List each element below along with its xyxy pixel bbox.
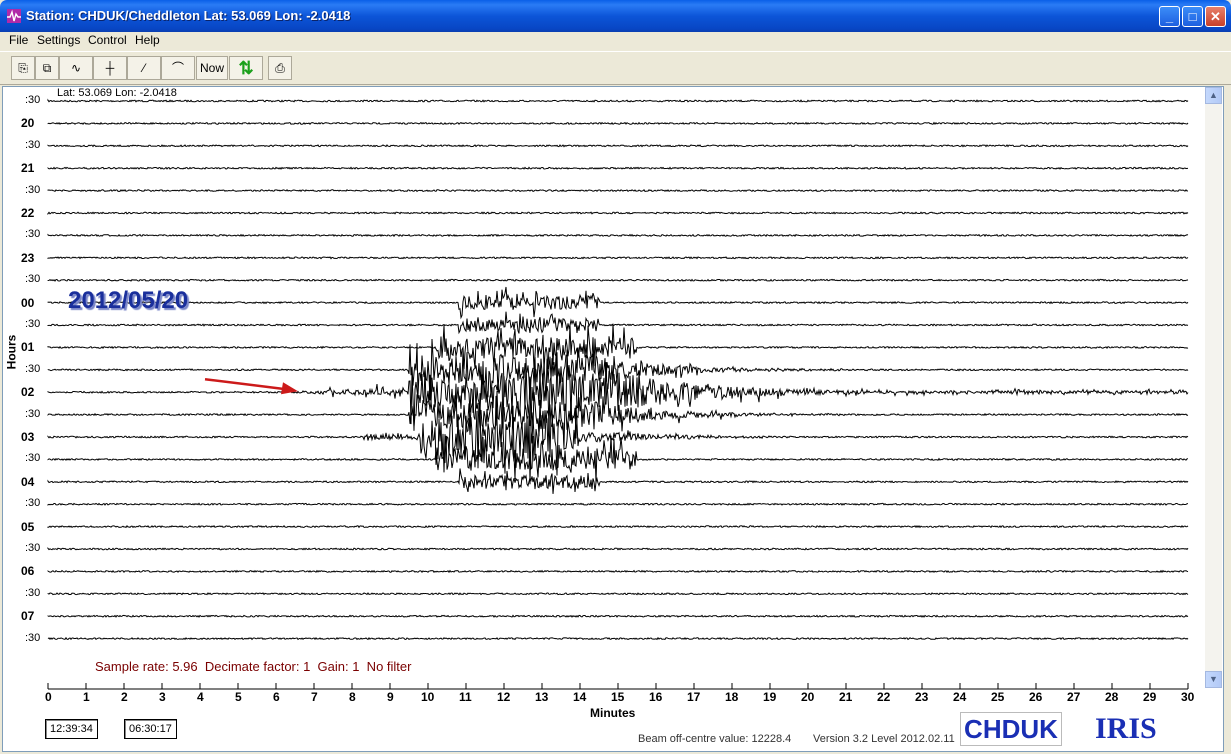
x-tick-label: 20: [801, 690, 814, 704]
x-tick-label: 28: [1105, 690, 1118, 704]
trace-line: [48, 469, 1188, 494]
x-tick-label: 6: [273, 690, 280, 704]
trace-line: [48, 312, 1188, 334]
trace-line: [48, 324, 1188, 371]
x-tick-label: 25: [991, 690, 1004, 704]
scroll-down-button[interactable]: ▼: [1205, 671, 1222, 688]
x-tick-label: 4: [197, 690, 204, 704]
trace-line: [48, 100, 1188, 102]
row-label: :30: [25, 184, 40, 196]
row-label: :30: [25, 497, 40, 509]
row-label: 06: [21, 564, 34, 578]
trace-line: [48, 190, 1188, 192]
row-label: 07: [21, 609, 34, 623]
x-axis-label: Minutes: [590, 706, 635, 720]
x-tick-label: 9: [387, 690, 394, 704]
version-text: Version 3.2 Level 2012.02.11: [813, 733, 955, 745]
x-tick-label: 5: [235, 690, 242, 704]
trace-line: [48, 279, 1188, 281]
row-label: :30: [25, 452, 40, 464]
date-label: 2012/05/20: [68, 287, 188, 315]
x-tick-label: 18: [725, 690, 738, 704]
row-label: :30: [25, 587, 40, 599]
time-field-1: 12:39:34: [45, 719, 98, 739]
x-tick-label: 11: [459, 690, 472, 704]
chduk-logo: CHDUK: [960, 712, 1062, 746]
trace-line: [48, 235, 1188, 237]
row-label: :30: [25, 139, 40, 151]
arrow-line: [205, 379, 286, 389]
x-tick-label: 14: [573, 690, 586, 704]
beam-offset-text: Beam off-centre value: 12228.4: [638, 733, 791, 745]
latlon-label: Lat: 53.069 Lon: -2.0418: [57, 87, 177, 99]
x-tick-label: 30: [1181, 690, 1194, 704]
iris-logo: IRIS: [1095, 712, 1155, 746]
x-tick-label: 8: [349, 690, 356, 704]
row-label: :30: [25, 94, 40, 106]
row-label: :30: [25, 228, 40, 240]
trace-line: [48, 145, 1188, 147]
x-tick-label: 22: [877, 690, 890, 704]
x-tick-label: 2: [121, 690, 128, 704]
row-label: 21: [21, 161, 34, 175]
row-label: 22: [21, 206, 34, 220]
row-label: :30: [25, 542, 40, 554]
x-tick-label: 7: [311, 690, 318, 704]
trace-line: [48, 123, 1188, 125]
trace-line: [48, 435, 1188, 483]
x-tick-label: 17: [687, 690, 700, 704]
row-label: 01: [21, 340, 34, 354]
row-label: :30: [25, 363, 40, 375]
x-tick-label: 0: [45, 690, 52, 704]
vertical-scrollbar[interactable]: ▲ ▼: [1205, 87, 1222, 688]
row-label: :30: [25, 632, 40, 644]
x-tick-label: 19: [763, 690, 776, 704]
x-tick-label: 29: [1143, 690, 1156, 704]
trace-line: [48, 257, 1188, 259]
x-tick-label: 24: [953, 690, 966, 704]
trace-line: [48, 615, 1188, 617]
row-label: 00: [21, 296, 34, 310]
trace-line: [48, 571, 1188, 573]
seismogram-plot: [0, 0, 1231, 754]
x-tick-label: 3: [159, 690, 166, 704]
row-label: 04: [21, 475, 34, 489]
x-tick-label: 27: [1067, 690, 1080, 704]
row-label: :30: [25, 273, 40, 285]
x-tick-label: 1: [83, 690, 90, 704]
trace-line: [48, 593, 1188, 595]
scroll-up-button[interactable]: ▲: [1205, 87, 1222, 104]
row-label: :30: [25, 408, 40, 420]
row-label: 23: [21, 251, 34, 265]
trace-line: [48, 526, 1188, 528]
x-tick-label: 26: [1029, 690, 1042, 704]
x-tick-label: 15: [611, 690, 624, 704]
row-label: 03: [21, 430, 34, 444]
x-tick-label: 21: [839, 690, 852, 704]
x-tick-label: 13: [535, 690, 548, 704]
x-tick-label: 12: [497, 690, 510, 704]
row-label: :30: [25, 318, 40, 330]
time-field-2: 06:30:17: [124, 719, 177, 739]
x-tick-label: 23: [915, 690, 928, 704]
y-axis-label: Hours: [4, 335, 18, 370]
x-tick-label: 10: [421, 690, 434, 704]
trace-line: [48, 287, 1188, 318]
trace-line: [48, 638, 1188, 640]
trace-line: [48, 350, 1188, 435]
x-tick-label: 16: [649, 690, 662, 704]
row-label: 20: [21, 116, 34, 130]
trace-line: [48, 167, 1188, 169]
row-label: 05: [21, 520, 34, 534]
trace-line: [48, 212, 1188, 214]
trace-line: [48, 548, 1188, 550]
row-label: 02: [21, 385, 34, 399]
sample-info: Sample rate: 5.96 Decimate factor: 1 Gai…: [95, 659, 411, 674]
trace-line: [48, 503, 1188, 505]
